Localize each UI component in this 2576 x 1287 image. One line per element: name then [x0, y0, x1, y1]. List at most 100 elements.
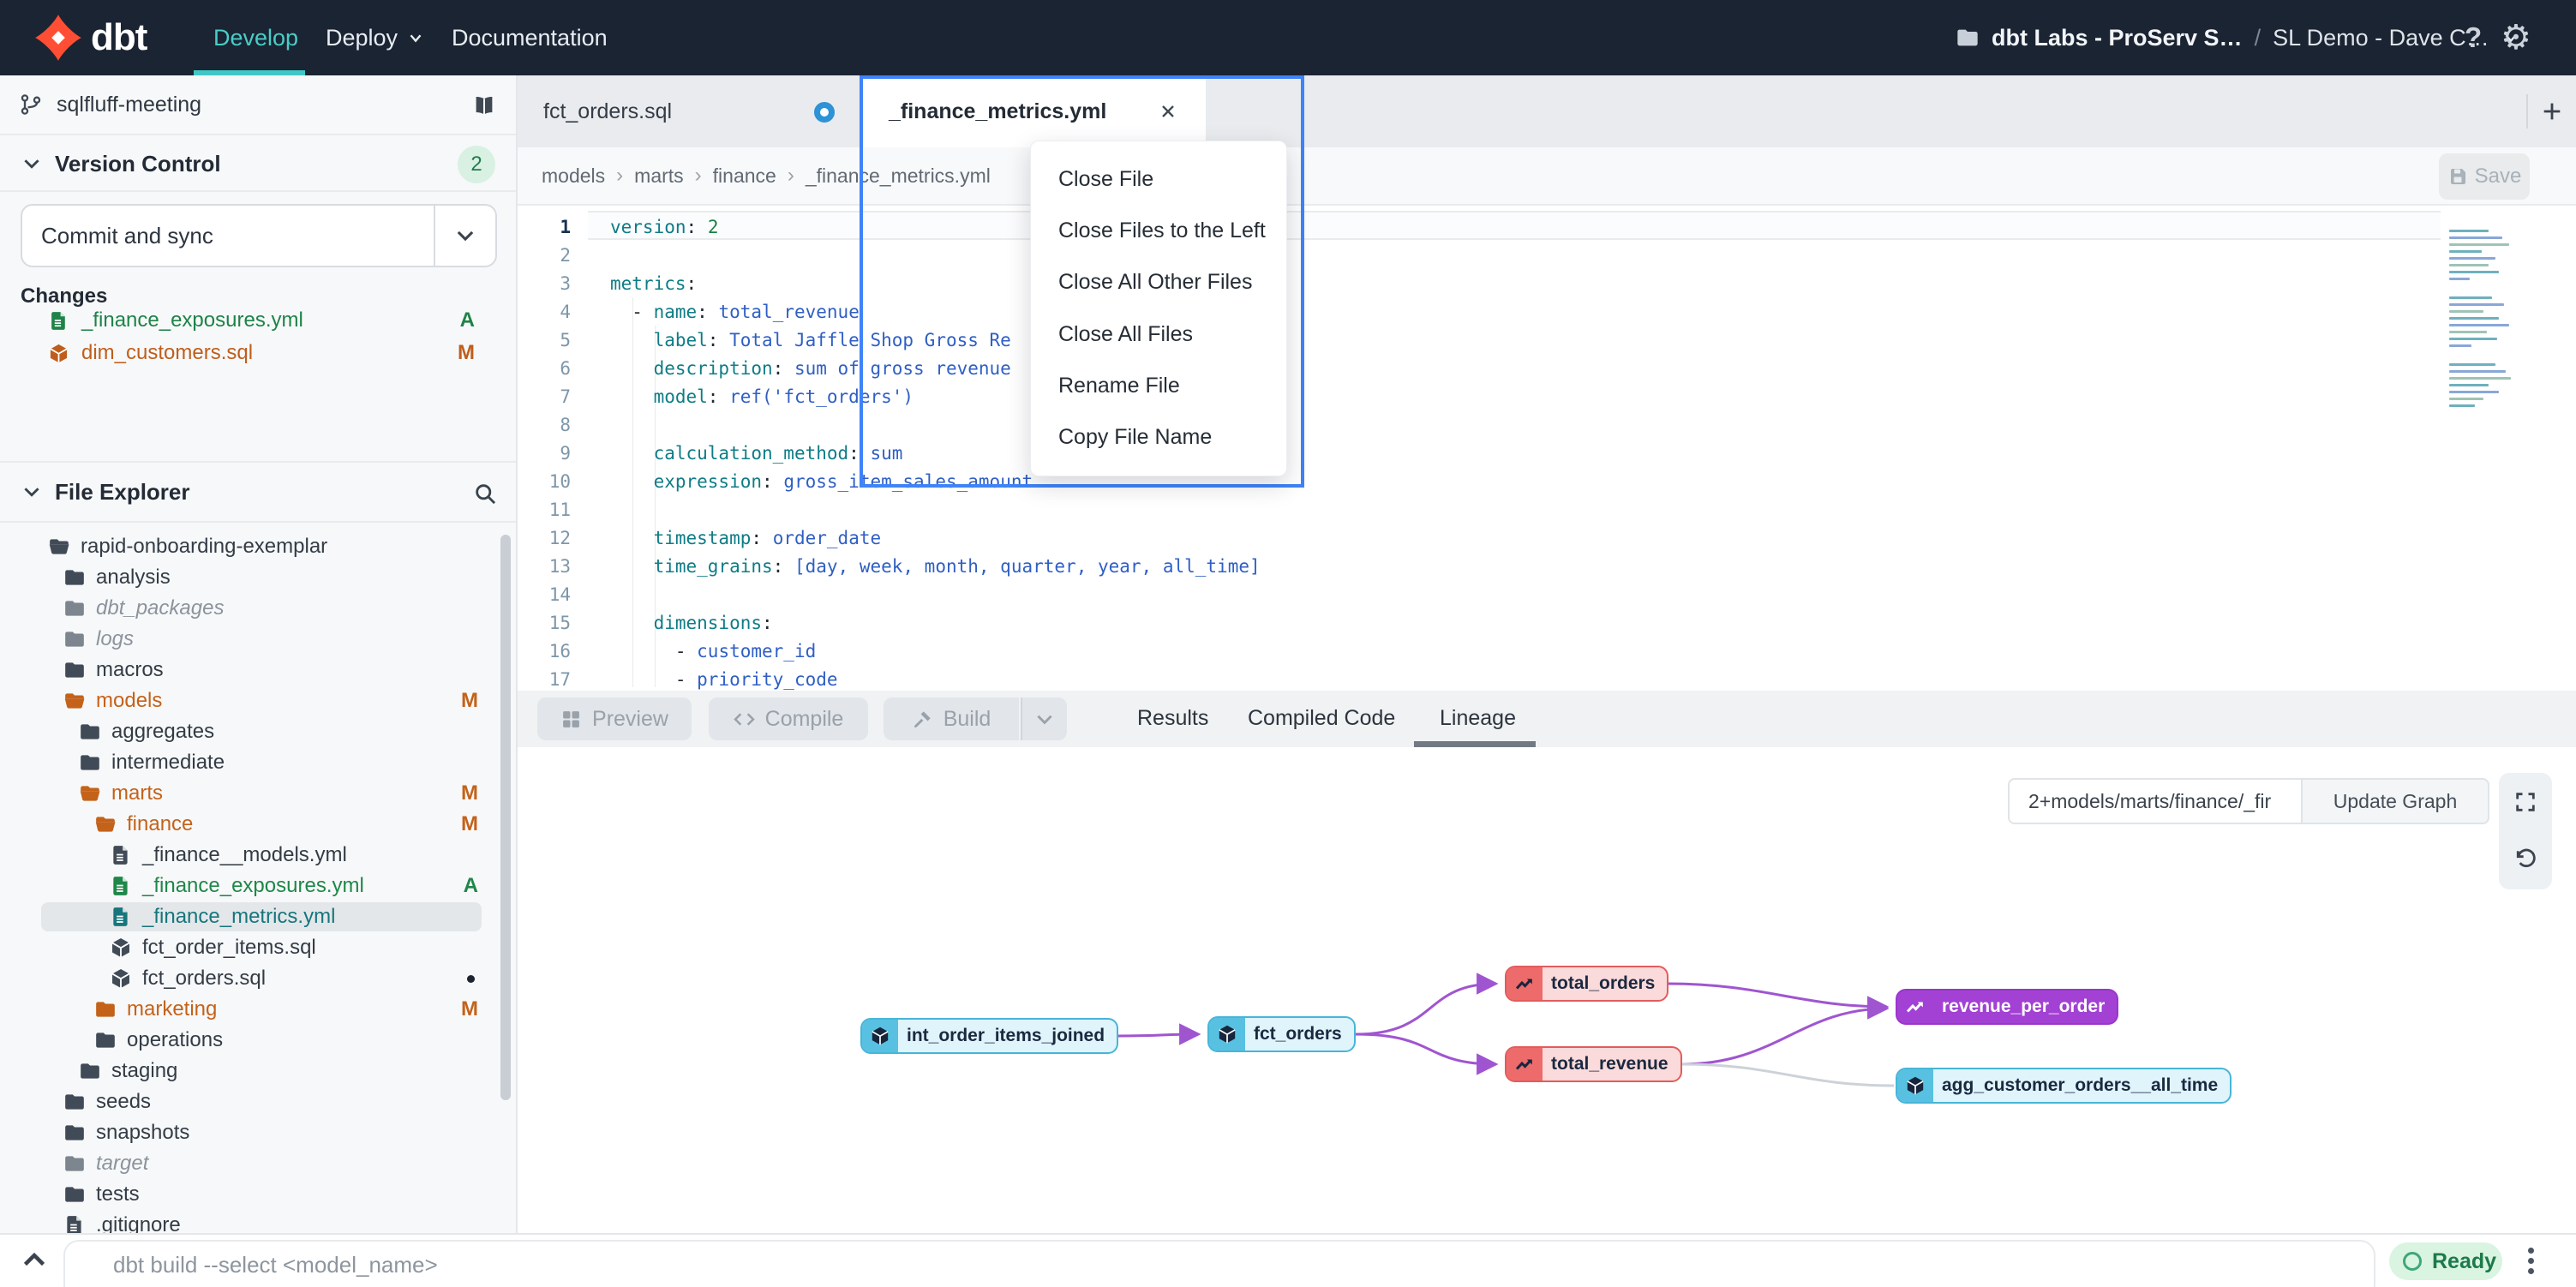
- code-line: 14: [518, 580, 2489, 608]
- unsaved-dot-icon: [467, 975, 475, 983]
- save-button[interactable]: Save: [2439, 153, 2530, 200]
- close-icon[interactable]: [1158, 101, 1178, 122]
- tab-fct-orders[interactable]: fct_orders.sql: [519, 75, 860, 147]
- kebab-menu-icon[interactable]: [2528, 1243, 2534, 1278]
- file-explorer-header[interactable]: File Explorer: [0, 461, 516, 523]
- panel-tab-compiled-code[interactable]: Compiled Code: [1248, 691, 1395, 745]
- brand-text: dbt: [91, 0, 147, 75]
- breadcrumb-item[interactable]: marts: [634, 165, 684, 188]
- tree-item--gitignore[interactable]: .gitignore: [0, 1210, 516, 1233]
- line-number: 14: [518, 584, 571, 605]
- tree-item-label: seeds: [96, 1090, 151, 1114]
- tree-item-aggregates[interactable]: aggregates: [0, 716, 516, 747]
- changed-file-name: _finance_exposures.yml: [81, 308, 303, 332]
- update-graph-button[interactable]: Update Graph: [2303, 778, 2489, 824]
- panel-tab-results[interactable]: Results: [1137, 691, 1208, 745]
- line-number: 3: [518, 273, 571, 294]
- tree-item-label: logs: [96, 627, 134, 651]
- dbt-logo-icon[interactable]: [34, 14, 82, 62]
- changed-file-row[interactable]: _finance_exposures.ymlA: [0, 305, 516, 336]
- tree-item-finance[interactable]: financeM: [0, 809, 516, 840]
- build-button[interactable]: Build: [884, 697, 1019, 740]
- preview-button[interactable]: Preview: [537, 697, 692, 740]
- lineage-panel: int_order_items_joined fct_orders total_or…: [518, 747, 2576, 1233]
- breadcrumb-row: models›marts›finance›_finance_metrics.ym…: [518, 147, 2576, 206]
- nav-documentation[interactable]: Documentation: [452, 0, 608, 75]
- compile-button[interactable]: Compile: [709, 697, 868, 740]
- tree-item-fct-orders-sql[interactable]: fct_orders.sql: [0, 963, 516, 994]
- folder-icon: [63, 566, 86, 589]
- changed-file-row[interactable]: dim_customers.sqlM: [0, 338, 516, 368]
- lineage-node-revenue_per_order[interactable]: revenue_per_order: [1896, 989, 2118, 1025]
- lineage-node-total_orders[interactable]: total_orders: [1505, 966, 1668, 1002]
- folder-icon: [79, 751, 101, 774]
- tree-item-snapshots[interactable]: snapshots: [0, 1117, 516, 1148]
- tree-item--finance-metrics-yml[interactable]: _finance_metrics.yml: [0, 901, 516, 932]
- tree-item-operations[interactable]: operations: [0, 1025, 516, 1056]
- reset-rotate-ccw-icon[interactable]: [2513, 847, 2537, 871]
- tree-item-seeds[interactable]: seeds: [0, 1086, 516, 1117]
- tree-item--finance-models-yml[interactable]: _finance__models.yml: [0, 840, 516, 871]
- command-input[interactable]: dbt build --select <model_name>: [63, 1240, 2375, 1287]
- breadcrumb-item[interactable]: _finance_metrics.yml: [806, 165, 991, 188]
- tree-item-macros[interactable]: macros: [0, 655, 516, 685]
- tab-finance-metrics[interactable]: _finance_metrics.yml: [860, 75, 1206, 147]
- git-status-badge: M: [458, 341, 475, 365]
- menu-item-rename-file[interactable]: Rename File: [1031, 362, 1286, 410]
- tree-item-intermediate[interactable]: intermediate: [0, 747, 516, 778]
- lineage-node-total_revenue[interactable]: total_revenue: [1505, 1046, 1682, 1082]
- build-options-toggle[interactable]: [1021, 697, 1067, 740]
- lineage-node-int_order_items_joined[interactable]: int_order_items_joined: [860, 1018, 1118, 1054]
- tree-item--finance-exposures-yml[interactable]: _finance_exposures.ymlA: [0, 871, 516, 901]
- account-switcher[interactable]: dbt Labs - ProServ S… / SL Demo - Dave C…: [1956, 0, 2520, 75]
- new-tab-plus-icon[interactable]: [2540, 99, 2564, 123]
- tree-item-target[interactable]: target: [0, 1148, 516, 1179]
- menu-item-copy-file-name[interactable]: Copy File Name: [1031, 414, 1286, 462]
- breadcrumb-item[interactable]: models: [542, 165, 605, 188]
- graph-filter-input[interactable]: 2+models/marts/finance/_fir: [2008, 778, 2303, 824]
- tree-item-rapid-onboarding-exemplar[interactable]: rapid-onboarding-exemplar: [0, 531, 516, 562]
- version-control-title: Version Control: [55, 151, 221, 177]
- commit-and-sync-button[interactable]: Commit and sync: [21, 204, 497, 267]
- folder-icon: [63, 597, 86, 620]
- lineage-node-fct_orders[interactable]: fct_orders: [1207, 1016, 1356, 1052]
- menu-item-close-all-other-files[interactable]: Close All Other Files: [1031, 259, 1286, 307]
- git-status-badge: M: [461, 689, 478, 713]
- tree-item-label: marketing: [127, 997, 217, 1021]
- docs-book-icon[interactable]: [471, 93, 497, 118]
- editor-minimap[interactable]: [2449, 230, 2514, 423]
- gear-icon[interactable]: ⚙: [2501, 0, 2531, 75]
- tree-item-dbt-packages[interactable]: dbt_packages: [0, 593, 516, 624]
- tree-item-fct-order-items-sql[interactable]: fct_order_items.sql: [0, 932, 516, 963]
- file-tree-scrollbar[interactable]: [500, 535, 511, 1100]
- search-icon[interactable]: [473, 482, 497, 506]
- breadcrumb-item[interactable]: finance: [713, 165, 776, 188]
- panel-tab-lineage[interactable]: Lineage: [1440, 691, 1516, 745]
- tree-item-tests[interactable]: tests: [0, 1179, 516, 1210]
- fullscreen-icon[interactable]: [2513, 790, 2537, 814]
- tree-item-label: marts: [111, 781, 163, 805]
- tree-item-models[interactable]: modelsM: [0, 685, 516, 716]
- branch-row[interactable]: sqlfluff-meeting: [0, 75, 516, 135]
- compile-label: Compile: [765, 707, 844, 732]
- menu-item-close-files-to-the-left[interactable]: Close Files to the Left: [1031, 207, 1286, 254]
- help-button[interactable]: ?: [2465, 0, 2482, 75]
- tree-item-analysis[interactable]: analysis: [0, 562, 516, 593]
- tree-item-marketing[interactable]: marketingM: [0, 994, 516, 1025]
- line-number: 6: [518, 358, 571, 379]
- nav-deploy[interactable]: Deploy: [326, 0, 425, 75]
- commit-options-toggle[interactable]: [434, 206, 495, 266]
- lineage-node-agg_customer_orders__all_time[interactable]: agg_customer_orders__all_time: [1896, 1068, 2232, 1104]
- caret-up-icon[interactable]: [19, 1245, 50, 1276]
- tree-item-staging[interactable]: staging: [0, 1056, 516, 1086]
- version-control-header[interactable]: Version Control 2: [0, 137, 516, 192]
- menu-item-close-all-files[interactable]: Close All Files: [1031, 310, 1286, 358]
- nav-develop[interactable]: Develop: [213, 0, 298, 75]
- tree-item-logs[interactable]: logs: [0, 624, 516, 655]
- code-editor[interactable]: 1version: 223metrics:4 - name: total_rev…: [518, 206, 2576, 691]
- tree-item-marts[interactable]: martsM: [0, 778, 516, 809]
- tree-item-label: macros: [96, 658, 164, 682]
- cube-icon: [110, 967, 132, 990]
- menu-item-close-file[interactable]: Close File: [1031, 155, 1286, 203]
- cube-icon: [48, 343, 69, 364]
